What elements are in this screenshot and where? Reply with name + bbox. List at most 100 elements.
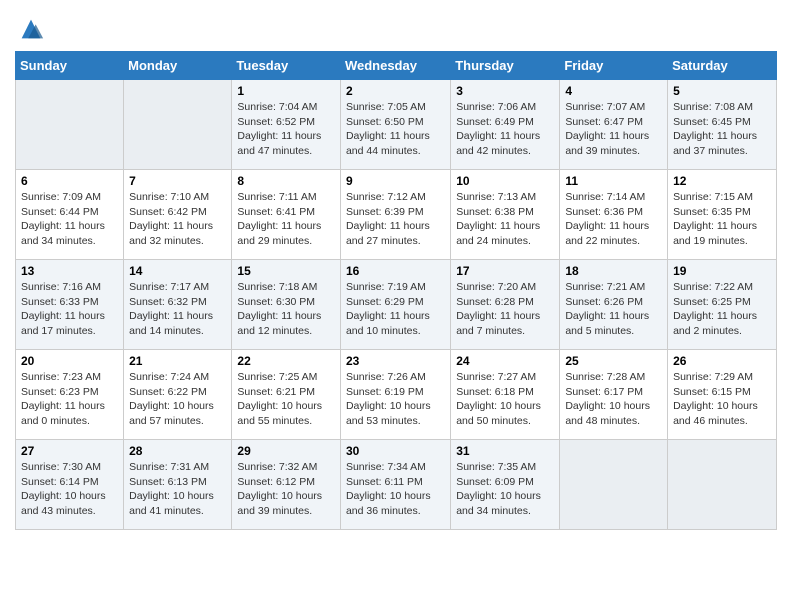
calendar-cell: 6Sunrise: 7:09 AM Sunset: 6:44 PM Daylig… [16, 170, 124, 260]
day-number: 17 [456, 264, 554, 278]
day-number: 18 [565, 264, 662, 278]
calendar-cell: 31 Sunrise: 7:35 AM Sunset: 6:09 PM Dayli… [451, 440, 560, 530]
day-info: Sunrise: 7:10 AM Sunset: 6:42 PM Dayligh… [129, 190, 226, 249]
calendar-cell: 22 Sunrise: 7:25 AM Sunset: 6:21 PM Dayli… [232, 350, 341, 440]
day-number: 10 [456, 174, 554, 188]
calendar-cell [668, 440, 777, 530]
calendar-week-row: 20 Sunrise: 7:23 AM Sunset: 6:23 PM Dayli… [16, 350, 777, 440]
day-number: 3 [456, 84, 554, 98]
calendar-table: SundayMondayTuesdayWednesdayThursdayFrid… [15, 51, 777, 530]
calendar-cell: 25 Sunrise: 7:28 AM Sunset: 6:17 PM Dayli… [560, 350, 668, 440]
column-header-wednesday: Wednesday [340, 52, 450, 80]
day-number: 8 [237, 174, 335, 188]
day-number: 19 [673, 264, 771, 278]
day-info: Sunrise: 7:19 AM Sunset: 6:29 PM Dayligh… [346, 280, 445, 339]
column-header-monday: Monday [124, 52, 232, 80]
day-number: 12 [673, 174, 771, 188]
day-info: Sunrise: 7:23 AM Sunset: 6:23 PM Dayligh… [21, 370, 118, 429]
day-number: 22 [237, 354, 335, 368]
day-info: Sunrise: 7:07 AM Sunset: 6:47 PM Dayligh… [565, 100, 662, 159]
day-number: 2 [346, 84, 445, 98]
calendar-header-row: SundayMondayTuesdayWednesdayThursdayFrid… [16, 52, 777, 80]
calendar-cell: 2 Sunrise: 7:05 AM Sunset: 6:50 PM Daylig… [340, 80, 450, 170]
day-info: Sunrise: 7:29 AM Sunset: 6:15 PM Dayligh… [673, 370, 771, 429]
calendar-cell: 12 Sunrise: 7:15 AM Sunset: 6:35 PM Dayli… [668, 170, 777, 260]
day-number: 16 [346, 264, 445, 278]
day-number: 20 [21, 354, 118, 368]
day-number: 5 [673, 84, 771, 98]
calendar-cell: 21 Sunrise: 7:24 AM Sunset: 6:22 PM Dayli… [124, 350, 232, 440]
day-info: Sunrise: 7:13 AM Sunset: 6:38 PM Dayligh… [456, 190, 554, 249]
day-number: 31 [456, 444, 554, 458]
calendar-cell [560, 440, 668, 530]
day-info: Sunrise: 7:27 AM Sunset: 6:18 PM Dayligh… [456, 370, 554, 429]
day-info: Sunrise: 7:17 AM Sunset: 6:32 PM Dayligh… [129, 280, 226, 339]
column-header-sunday: Sunday [16, 52, 124, 80]
day-info: Sunrise: 7:22 AM Sunset: 6:25 PM Dayligh… [673, 280, 771, 339]
calendar-cell: 19 Sunrise: 7:22 AM Sunset: 6:25 PM Dayli… [668, 260, 777, 350]
calendar-cell: 29 Sunrise: 7:32 AM Sunset: 6:12 PM Dayli… [232, 440, 341, 530]
calendar-cell: 17 Sunrise: 7:20 AM Sunset: 6:28 PM Dayli… [451, 260, 560, 350]
day-info: Sunrise: 7:32 AM Sunset: 6:12 PM Dayligh… [237, 460, 335, 519]
calendar-cell: 3 Sunrise: 7:06 AM Sunset: 6:49 PM Daylig… [451, 80, 560, 170]
day-info: Sunrise: 7:05 AM Sunset: 6:50 PM Dayligh… [346, 100, 445, 159]
day-info: Sunrise: 7:11 AM Sunset: 6:41 PM Dayligh… [237, 190, 335, 249]
calendar-cell: 26Sunrise: 7:29 AM Sunset: 6:15 PM Dayli… [668, 350, 777, 440]
day-number: 11 [565, 174, 662, 188]
calendar-week-row: 1Sunrise: 7:04 AM Sunset: 6:52 PM Daylig… [16, 80, 777, 170]
day-number: 14 [129, 264, 226, 278]
calendar-cell: 30 Sunrise: 7:34 AM Sunset: 6:11 PM Dayli… [340, 440, 450, 530]
column-header-tuesday: Tuesday [232, 52, 341, 80]
day-number: 21 [129, 354, 226, 368]
day-number: 29 [237, 444, 335, 458]
day-number: 13 [21, 264, 118, 278]
calendar-week-row: 13 Sunrise: 7:16 AM Sunset: 6:33 PM Dayli… [16, 260, 777, 350]
calendar-week-row: 27Sunrise: 7:30 AM Sunset: 6:14 PM Dayli… [16, 440, 777, 530]
day-number: 25 [565, 354, 662, 368]
day-info: Sunrise: 7:25 AM Sunset: 6:21 PM Dayligh… [237, 370, 335, 429]
calendar-cell: 28 Sunrise: 7:31 AM Sunset: 6:13 PM Dayli… [124, 440, 232, 530]
day-info: Sunrise: 7:21 AM Sunset: 6:26 PM Dayligh… [565, 280, 662, 339]
day-info: Sunrise: 7:08 AM Sunset: 6:45 PM Dayligh… [673, 100, 771, 159]
day-number: 28 [129, 444, 226, 458]
day-number: 15 [237, 264, 335, 278]
calendar-cell: 11 Sunrise: 7:14 AM Sunset: 6:36 PM Dayli… [560, 170, 668, 260]
logo-icon [17, 15, 45, 43]
logo [15, 15, 45, 43]
day-number: 27 [21, 444, 118, 458]
calendar-cell: 13 Sunrise: 7:16 AM Sunset: 6:33 PM Dayli… [16, 260, 124, 350]
day-number: 4 [565, 84, 662, 98]
calendar-week-row: 6Sunrise: 7:09 AM Sunset: 6:44 PM Daylig… [16, 170, 777, 260]
day-info: Sunrise: 7:12 AM Sunset: 6:39 PM Dayligh… [346, 190, 445, 249]
day-info: Sunrise: 7:26 AM Sunset: 6:19 PM Dayligh… [346, 370, 445, 429]
day-number: 7 [129, 174, 226, 188]
day-info: Sunrise: 7:34 AM Sunset: 6:11 PM Dayligh… [346, 460, 445, 519]
calendar-cell: 24 Sunrise: 7:27 AM Sunset: 6:18 PM Dayli… [451, 350, 560, 440]
day-info: Sunrise: 7:14 AM Sunset: 6:36 PM Dayligh… [565, 190, 662, 249]
calendar-cell: 1Sunrise: 7:04 AM Sunset: 6:52 PM Daylig… [232, 80, 341, 170]
day-number: 24 [456, 354, 554, 368]
day-info: Sunrise: 7:20 AM Sunset: 6:28 PM Dayligh… [456, 280, 554, 339]
column-header-friday: Friday [560, 52, 668, 80]
column-header-saturday: Saturday [668, 52, 777, 80]
calendar-cell: 15 Sunrise: 7:18 AM Sunset: 6:30 PM Dayli… [232, 260, 341, 350]
calendar-cell: 27Sunrise: 7:30 AM Sunset: 6:14 PM Dayli… [16, 440, 124, 530]
day-info: Sunrise: 7:35 AM Sunset: 6:09 PM Dayligh… [456, 460, 554, 519]
day-number: 30 [346, 444, 445, 458]
calendar-cell: 5 Sunrise: 7:08 AM Sunset: 6:45 PM Daylig… [668, 80, 777, 170]
day-info: Sunrise: 7:28 AM Sunset: 6:17 PM Dayligh… [565, 370, 662, 429]
calendar-cell [16, 80, 124, 170]
calendar-cell: 7 Sunrise: 7:10 AM Sunset: 6:42 PM Daylig… [124, 170, 232, 260]
day-info: Sunrise: 7:06 AM Sunset: 6:49 PM Dayligh… [456, 100, 554, 159]
calendar-cell: 23 Sunrise: 7:26 AM Sunset: 6:19 PM Dayli… [340, 350, 450, 440]
calendar-cell [124, 80, 232, 170]
day-info: Sunrise: 7:24 AM Sunset: 6:22 PM Dayligh… [129, 370, 226, 429]
day-number: 23 [346, 354, 445, 368]
calendar-cell: 20 Sunrise: 7:23 AM Sunset: 6:23 PM Dayli… [16, 350, 124, 440]
day-info: Sunrise: 7:16 AM Sunset: 6:33 PM Dayligh… [21, 280, 118, 339]
day-info: Sunrise: 7:31 AM Sunset: 6:13 PM Dayligh… [129, 460, 226, 519]
calendar-cell: 14 Sunrise: 7:17 AM Sunset: 6:32 PM Dayli… [124, 260, 232, 350]
calendar-cell: 4 Sunrise: 7:07 AM Sunset: 6:47 PM Daylig… [560, 80, 668, 170]
day-info: Sunrise: 7:18 AM Sunset: 6:30 PM Dayligh… [237, 280, 335, 339]
day-info: Sunrise: 7:15 AM Sunset: 6:35 PM Dayligh… [673, 190, 771, 249]
